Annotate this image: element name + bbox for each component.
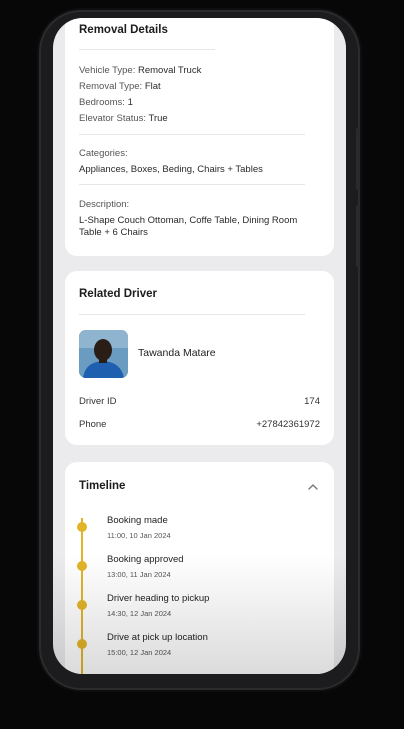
phone-side-button [356, 128, 360, 190]
description-label: Description: [79, 199, 130, 210]
timeline-event-title: Driver heading to pickup [107, 593, 210, 604]
timeline-event-title: Booking made [107, 515, 168, 526]
timeline-title: Timeline [79, 480, 126, 492]
bedrooms-row: Bedrooms: 1 [79, 97, 133, 108]
elevator-status-label: Elevator Status: [79, 113, 147, 124]
bedrooms-value: 1 [127, 97, 133, 108]
phone-value[interactable]: +27842361972 [256, 419, 320, 430]
phone-label: Phone [79, 419, 107, 430]
timeline-dot [77, 639, 87, 649]
timeline-dot [77, 561, 87, 571]
divider [79, 314, 305, 315]
vehicle-type-row: Vehicle Type: Removal Truck [79, 65, 201, 76]
timeline-event-time: 13:00, 11 Jan 2024 [107, 570, 171, 579]
vehicle-type-label: Vehicle Type: [79, 65, 136, 76]
phone-side-button [356, 205, 360, 267]
elevator-status-value: True [148, 113, 168, 124]
removal-details-title: Removal Details [79, 24, 168, 36]
vehicle-type-value: Removal Truck [137, 65, 202, 76]
categories-label: Categories: [79, 148, 128, 159]
removal-type-label: Removal Type: [79, 81, 143, 92]
driver-id-label: Driver ID [79, 396, 117, 407]
description-line-2: Table + 6 Chairs [79, 227, 148, 238]
timeline-event-title: Booking approved [107, 554, 184, 565]
chevron-up-icon[interactable] [306, 480, 320, 494]
driver-name[interactable]: Tawanda Matare [138, 347, 216, 359]
timeline-dot [77, 522, 87, 532]
driver-avatar[interactable] [79, 330, 128, 378]
timeline-event-time: 15:00, 12 Jan 2024 [107, 648, 172, 657]
removal-type-value: Flat [144, 81, 161, 92]
removal-details-card: Removal Details Vehicle Type: Removal Tr… [65, 18, 334, 256]
categories-value: Appliances, Boxes, Beding, Chairs + Tabl… [79, 164, 263, 175]
driver-photo [79, 330, 128, 378]
timeline-event-time: 14:30, 12 Jan 2024 [107, 609, 172, 618]
timeline-dot [77, 600, 87, 610]
timeline-card: Timeline Booking made 11:00, 10 Jan 2024… [65, 462, 334, 674]
timeline-event-title: Drive at pick up location [107, 632, 208, 643]
app-screen: Removal Details Vehicle Type: Removal Tr… [53, 18, 346, 674]
related-driver-title: Related Driver [79, 288, 157, 300]
timeline-event-time: 11:00, 10 Jan 2024 [107, 531, 171, 540]
related-driver-card: Related Driver Tawanda Matare Driver ID … [65, 271, 334, 445]
elevator-status-row: Elevator Status: True [79, 113, 168, 124]
description-line-1: L-Shape Couch Ottoman, Coffe Table, Dini… [79, 215, 298, 226]
removal-type-row: Removal Type: Flat [79, 81, 161, 92]
timeline-line [81, 518, 83, 674]
divider [79, 134, 305, 135]
divider [79, 184, 305, 185]
bedrooms-label: Bedrooms: [79, 97, 125, 108]
driver-id-value: 174 [304, 396, 320, 407]
divider [79, 49, 215, 50]
